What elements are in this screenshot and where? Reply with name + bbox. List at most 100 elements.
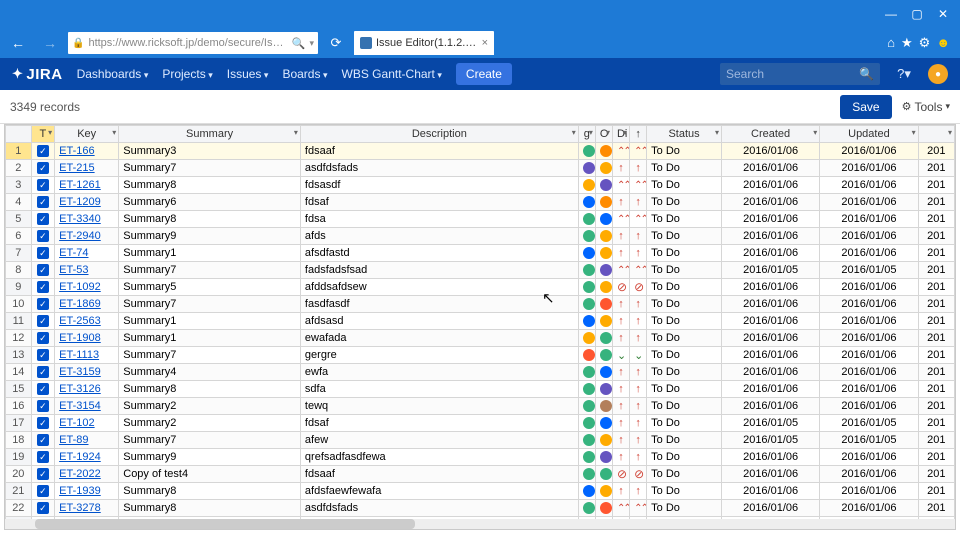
cell-description[interactable]: ewfa bbox=[300, 364, 578, 381]
table-row[interactable]: 12ET-1908Summary1ewafada↑↑To Do2016/01/0… bbox=[6, 330, 955, 347]
cell-extra[interactable]: 201 bbox=[918, 262, 954, 279]
cell-di[interactable]: ↑ bbox=[612, 432, 629, 449]
cell-type[interactable] bbox=[31, 160, 55, 177]
cell-status[interactable]: To Do bbox=[647, 177, 722, 194]
cell-type[interactable] bbox=[31, 143, 55, 160]
col-type[interactable]: T▾ bbox=[31, 126, 55, 143]
cell-avatar2[interactable] bbox=[595, 296, 612, 313]
tab-close-icon[interactable]: × bbox=[482, 37, 488, 49]
cell-avatar1[interactable] bbox=[578, 262, 595, 279]
cell-avatar1[interactable] bbox=[578, 160, 595, 177]
cell-avatar1[interactable] bbox=[578, 381, 595, 398]
row-index[interactable]: 11 bbox=[6, 313, 32, 330]
cell-avatar2[interactable] bbox=[595, 262, 612, 279]
cell-extra[interactable]: 201 bbox=[918, 381, 954, 398]
cell-type[interactable] bbox=[31, 228, 55, 245]
table-row[interactable]: 1ET-166Summary3fdsaaf⌃⌃⌃⌃To Do2016/01/06… bbox=[6, 143, 955, 160]
cell-description[interactable]: qrefsadfasdfewa bbox=[300, 449, 578, 466]
cell-extra[interactable]: 201 bbox=[918, 500, 954, 517]
cell-avatar1[interactable] bbox=[578, 177, 595, 194]
cell-type[interactable] bbox=[31, 500, 55, 517]
cell-avatar1[interactable] bbox=[578, 279, 595, 296]
cell-di[interactable]: ↑ bbox=[612, 364, 629, 381]
issue-link[interactable]: ET-3154 bbox=[59, 400, 101, 412]
cell-avatar1[interactable] bbox=[578, 415, 595, 432]
cell-description[interactable]: afew bbox=[300, 432, 578, 449]
cell-avatar1[interactable] bbox=[578, 245, 595, 262]
cell-di[interactable]: ⌄ bbox=[612, 347, 629, 364]
cell-extra[interactable]: 201 bbox=[918, 466, 954, 483]
cell-updated[interactable]: 2016/01/06 bbox=[820, 466, 918, 483]
cell-created[interactable]: 2016/01/06 bbox=[721, 211, 819, 228]
nav-boards[interactable]: Boards bbox=[282, 67, 327, 81]
jira-logo[interactable]: JIRA bbox=[12, 66, 63, 83]
cell-description[interactable]: fdsa bbox=[300, 211, 578, 228]
cell-priority[interactable]: ⌃⌃ bbox=[630, 143, 647, 160]
back-icon[interactable]: ← bbox=[4, 31, 32, 55]
table-row[interactable]: 4ET-1209Summary6fdsaf↑↑To Do2016/01/0620… bbox=[6, 194, 955, 211]
maximize-icon[interactable]: ▢ bbox=[904, 4, 930, 24]
issue-link[interactable]: ET-1092 bbox=[59, 281, 101, 293]
cell-type[interactable] bbox=[31, 279, 55, 296]
table-row[interactable]: 17ET-102Summary2fdsaf↑↑To Do2016/01/0520… bbox=[6, 415, 955, 432]
filter-icon[interactable]: ▾ bbox=[294, 128, 298, 137]
cell-status[interactable]: To Do bbox=[647, 160, 722, 177]
cell-avatar2[interactable] bbox=[595, 381, 612, 398]
filter-icon[interactable]: ▾ bbox=[606, 128, 610, 137]
cell-extra[interactable]: 201 bbox=[918, 194, 954, 211]
cell-summary[interactable]: Summary8 bbox=[119, 500, 301, 517]
cell-avatar1[interactable] bbox=[578, 296, 595, 313]
cell-updated[interactable]: 2016/01/06 bbox=[820, 211, 918, 228]
col-description[interactable]: Description▾ bbox=[300, 126, 578, 143]
cell-summary[interactable]: Summary1 bbox=[119, 245, 301, 262]
cell-extra[interactable]: 201 bbox=[918, 398, 954, 415]
cell-updated[interactable]: 2016/01/06 bbox=[820, 381, 918, 398]
cell-description[interactable]: fdsasdf bbox=[300, 177, 578, 194]
cell-type[interactable] bbox=[31, 364, 55, 381]
cell-summary[interactable]: Summary9 bbox=[119, 228, 301, 245]
cell-avatar2[interactable] bbox=[595, 364, 612, 381]
cell-status[interactable]: To Do bbox=[647, 500, 722, 517]
close-icon[interactable]: ✕ bbox=[930, 4, 956, 24]
col-extra[interactable]: ▾ bbox=[918, 126, 954, 143]
filter-icon[interactable]: ▾ bbox=[912, 128, 916, 137]
cell-created[interactable]: 2016/01/06 bbox=[721, 143, 819, 160]
cell-status[interactable]: To Do bbox=[647, 245, 722, 262]
cell-key[interactable]: ET-166 bbox=[55, 143, 119, 160]
cell-description[interactable]: fdsaf bbox=[300, 415, 578, 432]
issue-link[interactable]: ET-102 bbox=[59, 417, 94, 429]
cell-avatar2[interactable] bbox=[595, 500, 612, 517]
cell-type[interactable] bbox=[31, 449, 55, 466]
browser-tab[interactable]: Issue Editor(1.1.2.238-SNAP… × bbox=[354, 31, 494, 55]
cell-di[interactable]: ⌃⌃ bbox=[612, 262, 629, 279]
table-row[interactable]: 5ET-3340Summary8fdsa⌃⌃⌃⌃To Do2016/01/062… bbox=[6, 211, 955, 228]
cell-description[interactable]: afds bbox=[300, 228, 578, 245]
cell-description[interactable]: afsdfastd bbox=[300, 245, 578, 262]
horizontal-scrollbar-thumb[interactable] bbox=[35, 519, 415, 529]
cell-type[interactable] bbox=[31, 415, 55, 432]
cell-key[interactable]: ET-74 bbox=[55, 245, 119, 262]
issue-link[interactable]: ET-1869 bbox=[59, 298, 101, 310]
row-index[interactable]: 14 bbox=[6, 364, 32, 381]
issue-link[interactable]: ET-1939 bbox=[59, 485, 101, 497]
help-icon[interactable]: ?▾ bbox=[894, 64, 914, 84]
cell-created[interactable]: 2016/01/06 bbox=[721, 398, 819, 415]
col-key[interactable]: Key▾ bbox=[55, 126, 119, 143]
issue-link[interactable]: ET-1209 bbox=[59, 196, 101, 208]
col-index[interactable] bbox=[6, 126, 32, 143]
cell-di[interactable]: ↑ bbox=[612, 160, 629, 177]
cell-avatar1[interactable] bbox=[578, 449, 595, 466]
cell-type[interactable] bbox=[31, 381, 55, 398]
cell-description[interactable]: fdsaaf bbox=[300, 466, 578, 483]
filter-icon[interactable]: ▾ bbox=[813, 128, 817, 137]
table-row[interactable]: 2ET-215Summary7asdfdsfads↑↑To Do2016/01/… bbox=[6, 160, 955, 177]
cell-created[interactable]: 2016/01/06 bbox=[721, 279, 819, 296]
create-button[interactable]: Create bbox=[456, 63, 512, 85]
cell-extra[interactable]: 201 bbox=[918, 211, 954, 228]
cell-status[interactable]: To Do bbox=[647, 415, 722, 432]
cell-type[interactable] bbox=[31, 432, 55, 449]
table-row[interactable]: 21ET-1939Summary8afdsfaewfewafa↑↑To Do20… bbox=[6, 483, 955, 500]
cell-priority[interactable]: ⌄ bbox=[630, 347, 647, 364]
cell-extra[interactable]: 201 bbox=[918, 279, 954, 296]
table-row[interactable]: 22ET-3278Summary8asdfdsfads⌃⌃⌃⌃To Do2016… bbox=[6, 500, 955, 517]
